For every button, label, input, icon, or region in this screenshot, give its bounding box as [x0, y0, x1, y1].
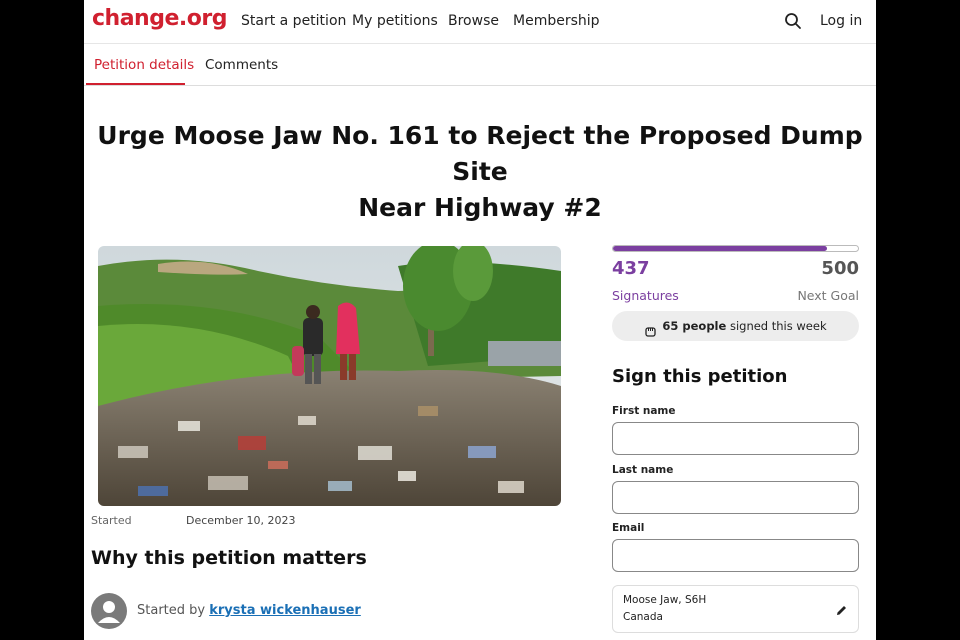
nav-browse[interactable]: Browse — [448, 13, 499, 29]
started-by-prefix: Started by — [137, 603, 206, 618]
change-org-logo[interactable]: change.org — [92, 6, 227, 31]
user-silhouette-icon — [98, 601, 120, 623]
started-date: December 10, 2023 — [186, 514, 296, 527]
avatar — [91, 593, 127, 629]
signature-count: 437 — [612, 258, 650, 279]
weekly-suffix: signed this week — [729, 319, 827, 333]
nav-membership[interactable]: Membership — [513, 13, 600, 29]
weekly-count: 65 people — [662, 319, 727, 333]
tab-comments[interactable]: Comments — [205, 57, 278, 73]
sign-heading: Sign this petition — [612, 366, 788, 387]
goal-count: 500 — [821, 258, 859, 279]
goal-label: Next Goal — [797, 288, 859, 303]
location-box[interactable]: Moose Jaw, S6H Canada — [612, 585, 859, 633]
petition-title-line1: Urge Moose Jaw No. 161 to Reject the Pro… — [97, 121, 863, 186]
weekly-signers-badge: 65 people signed this week — [612, 311, 859, 341]
petition-photo — [98, 246, 561, 506]
last-name-field[interactable] — [612, 481, 859, 514]
first-name-label: First name — [612, 405, 676, 417]
top-header: change.org Start a petition My petitions… — [84, 0, 876, 44]
nav-start-petition[interactable]: Start a petition — [241, 13, 346, 29]
nav-my-petitions[interactable]: My petitions — [352, 13, 438, 29]
author-link[interactable]: krysta wickenhauser — [209, 603, 361, 618]
signature-progress-bar — [612, 245, 859, 252]
location-city: Moose Jaw, S6H — [623, 594, 707, 606]
started-by: Started by krysta wickenhauser — [137, 603, 361, 618]
last-name-label: Last name — [612, 464, 674, 476]
started-label: Started — [91, 514, 132, 527]
email-label: Email — [612, 522, 645, 534]
signatures-label: Signatures — [612, 288, 679, 303]
pencil-icon[interactable] — [835, 602, 848, 615]
email-field[interactable] — [612, 539, 859, 572]
petition-title-line2: Near Highway #2 — [358, 193, 602, 222]
active-tab-indicator — [86, 83, 185, 85]
location-country: Canada — [623, 611, 663, 623]
search-icon[interactable] — [784, 12, 802, 30]
first-name-field[interactable] — [612, 422, 859, 455]
login-link[interactable]: Log in — [820, 13, 862, 29]
petition-title: Urge Moose Jaw No. 161 to Reject the Pro… — [84, 118, 876, 226]
page: change.org Start a petition My petitions… — [84, 0, 876, 640]
why-heading: Why this petition matters — [91, 547, 367, 569]
signature-progress-fill — [613, 246, 828, 251]
tab-petition-details[interactable]: Petition details — [94, 57, 194, 73]
raised-fist-icon — [644, 319, 657, 337]
petition-tabs: Petition details Comments — [84, 45, 876, 86]
